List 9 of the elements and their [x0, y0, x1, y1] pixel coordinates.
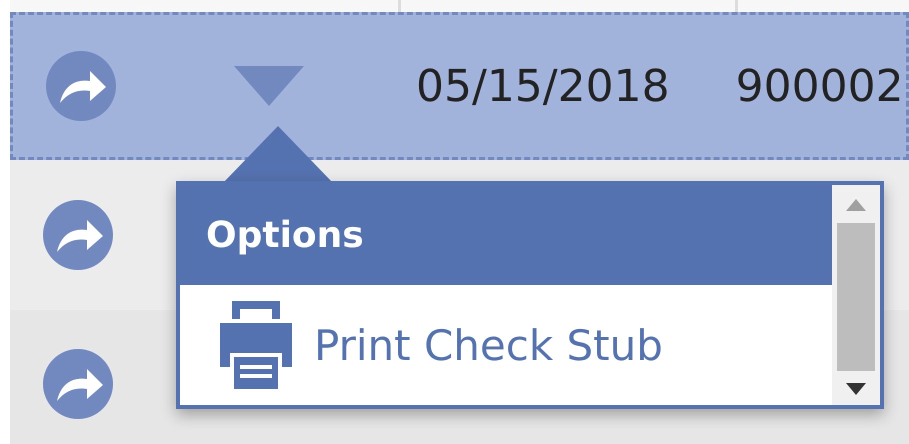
number-cell: 900002 — [736, 60, 904, 112]
date-cell: 05/15/2018 — [416, 60, 670, 112]
scroll-thumb[interactable] — [837, 223, 875, 371]
scrollbar[interactable] — [832, 185, 880, 405]
menu-item[interactable]: Print Check Stub — [180, 285, 832, 405]
scroll-down-icon[interactable] — [846, 383, 866, 395]
printer-icon — [220, 301, 292, 389]
table-row[interactable]: 05/15/2018 900002 — [10, 12, 909, 160]
scroll-up-icon[interactable] — [846, 199, 866, 211]
